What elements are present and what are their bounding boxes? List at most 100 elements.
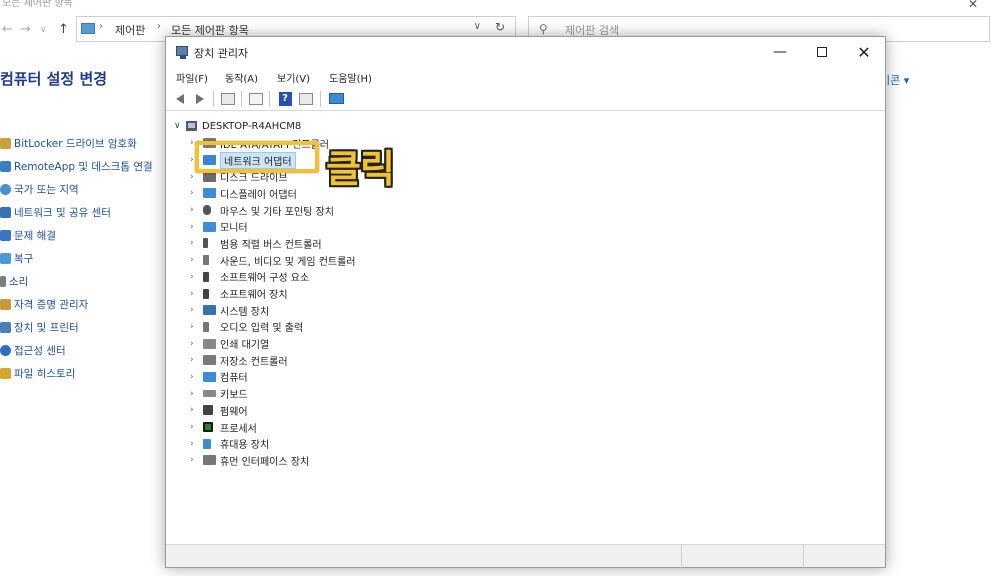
help-button[interactable]: ? xyxy=(277,91,293,106)
tree-item-system-device[interactable]: › 시스템 장치 xyxy=(190,302,356,319)
cp-item-remoteapp[interactable]: RemoteApp 및 데스크톱 연결 xyxy=(0,155,153,178)
cp-item-credential[interactable]: 자격 증명 관리자 xyxy=(0,293,153,316)
tree-root-computer[interactable]: ∨ DESKTOP-R4AHCM8 xyxy=(174,118,301,134)
cp-item-devices-printers[interactable]: 장치 및 프린터 xyxy=(0,316,153,339)
device-manager-window: 장치 관리자 — ✕ 파일(F) 동작(A) 보기(V) 도움말(H) ? ∨ … xyxy=(165,36,886,568)
expand-chevron-icon[interactable]: › xyxy=(190,222,203,232)
minimize-button[interactable]: — xyxy=(758,39,802,65)
tree-item-portable-device[interactable]: › 휴대용 장치 xyxy=(190,435,356,452)
address-dropdown-icon[interactable]: ∨ xyxy=(474,21,481,32)
console-tree-icon xyxy=(221,92,235,105)
expand-chevron-icon[interactable]: › xyxy=(190,422,203,432)
control-panel-close-icon[interactable]: ✕ xyxy=(968,0,978,11)
tree-item-keyboard[interactable]: › 키보드 xyxy=(190,385,356,402)
maximize-button[interactable] xyxy=(800,39,844,65)
forward-arrow-icon[interactable]: → xyxy=(20,22,31,37)
expand-chevron-icon[interactable]: › xyxy=(190,188,203,198)
expand-chevron-icon[interactable]: › xyxy=(190,405,203,415)
tree-item-hid[interactable]: › 휴먼 인터페이스 장치 xyxy=(190,452,356,469)
usb-icon xyxy=(203,238,208,249)
up-arrow-icon[interactable]: ↑ xyxy=(58,22,69,37)
device-tree: ∨ DESKTOP-R4AHCM8 › IDE ATA/ATAPI 컨트롤러 › 네… xyxy=(166,113,885,543)
cp-item-region[interactable]: 국가 또는 지역 xyxy=(0,178,153,201)
remoteapp-icon xyxy=(0,161,11,172)
control-panel-title: 모든 제어판 항목 xyxy=(2,0,73,9)
cp-item-recovery[interactable]: 복구 xyxy=(0,247,153,270)
tree-item-storage-controller[interactable]: › 저장소 컨트롤러 xyxy=(190,352,356,369)
tree-item-monitor[interactable]: › 모니터 xyxy=(190,218,356,235)
tree-item-processor[interactable]: › 프로세서 xyxy=(190,419,356,436)
sound-icon xyxy=(0,276,6,287)
mouse-icon xyxy=(203,205,211,216)
collapse-chevron-icon[interactable]: ∨ xyxy=(174,121,186,131)
tree-item-firmware[interactable]: › 펌웨어 xyxy=(190,402,356,419)
expand-chevron-icon[interactable]: › xyxy=(190,289,203,299)
expand-chevron-icon[interactable]: › xyxy=(190,255,203,265)
menu-view[interactable]: 보기(V) xyxy=(277,70,310,85)
scan-hardware-button[interactable] xyxy=(328,91,344,106)
back-button[interactable] xyxy=(172,91,188,106)
menu-help[interactable]: 도움말(H) xyxy=(329,70,372,85)
menu-action[interactable]: 동작(A) xyxy=(225,70,258,85)
expand-chevron-icon[interactable]: › xyxy=(190,439,203,449)
storage-controller-icon xyxy=(203,355,216,366)
expand-chevron-icon[interactable]: › xyxy=(190,305,203,315)
status-pane xyxy=(681,545,803,568)
view-button[interactable] xyxy=(298,91,314,106)
software-component-icon xyxy=(203,271,209,282)
computer-name: DESKTOP-R4AHCM8 xyxy=(202,120,302,132)
expand-chevron-icon[interactable]: › xyxy=(190,272,203,282)
menu-file[interactable]: 파일(F) xyxy=(176,70,208,85)
breadcrumb-control-panel[interactable]: 제어판 xyxy=(115,22,145,38)
cp-item-network[interactable]: 네트워크 및 공유 센터 xyxy=(0,201,153,224)
view-icon xyxy=(299,92,313,105)
tree-item-sound-video-game[interactable]: › 사운드, 비디오 및 게임 컨트롤러 xyxy=(190,252,356,269)
toolbar-separator xyxy=(269,91,270,107)
display-adapter-icon xyxy=(203,188,216,199)
expand-chevron-icon[interactable]: › xyxy=(190,238,203,248)
close-button[interactable]: ✕ xyxy=(842,39,886,65)
toolbar: ? xyxy=(166,87,885,111)
cp-item-troubleshoot[interactable]: 문제 해결 xyxy=(0,224,153,247)
expand-chevron-icon[interactable]: › xyxy=(190,339,203,349)
cp-item-accessibility[interactable]: 접근성 센터 xyxy=(0,339,153,362)
monitor-icon xyxy=(203,221,216,232)
window-title: 장치 관리자 xyxy=(194,47,249,60)
expand-chevron-icon[interactable]: › xyxy=(190,205,203,215)
network-icon xyxy=(0,207,11,218)
expand-chevron-icon[interactable]: › xyxy=(190,355,203,365)
cp-item-file-history[interactable]: 파일 히스토리 xyxy=(0,362,153,385)
properties-button[interactable] xyxy=(248,91,264,106)
expand-chevron-icon[interactable]: › xyxy=(190,172,203,182)
show-hide-tree-button[interactable] xyxy=(220,91,236,106)
forward-button[interactable] xyxy=(192,91,208,106)
search-icon: ⚲ xyxy=(539,22,548,36)
control-panel-icon xyxy=(81,23,95,34)
control-panel-item-list: BitLocker 드라이브 암호화 RemoteApp 및 데스크톱 연결 국… xyxy=(0,132,153,385)
tree-item-software-component[interactable]: › 소프트웨어 구성 요소 xyxy=(190,269,356,286)
tree-item-mouse[interactable]: › 마우스 및 기타 포인팅 장치 xyxy=(190,202,356,219)
tree-item-usb[interactable]: › 범용 직렬 버스 컨트롤러 xyxy=(190,235,356,252)
expand-chevron-icon[interactable]: › xyxy=(190,389,203,399)
click-annotation: 클릭 xyxy=(326,147,395,191)
recent-locations-chevron-icon[interactable]: ∨ xyxy=(40,25,47,35)
tree-item-audio-io[interactable]: › 오디오 입력 및 출력 xyxy=(190,319,356,336)
keyboard-icon xyxy=(203,390,216,398)
disk-icon xyxy=(203,171,216,182)
sound-device-icon xyxy=(203,255,209,266)
device-manager-titlebar: 장치 관리자 — ✕ xyxy=(166,37,885,67)
cp-item-bitlocker[interactable]: BitLocker 드라이브 암호화 xyxy=(0,132,153,155)
toolbar-separator xyxy=(213,91,214,107)
back-arrow-icon[interactable]: ← xyxy=(2,22,13,37)
tree-item-computer[interactable]: › 컴퓨터 xyxy=(190,369,356,386)
expand-chevron-icon[interactable]: › xyxy=(190,455,203,465)
back-arrow-icon xyxy=(176,93,184,104)
expand-chevron-icon[interactable]: › xyxy=(190,322,203,332)
refresh-icon[interactable]: ↻ xyxy=(495,20,505,34)
highlight-box xyxy=(195,141,319,173)
scan-monitor-icon xyxy=(328,93,344,104)
tree-item-print-queue[interactable]: › 인쇄 대기열 xyxy=(190,335,356,352)
tree-item-software-device[interactable]: › 소프트웨어 장치 xyxy=(190,285,356,302)
cp-item-sound[interactable]: 소리 xyxy=(0,270,153,293)
expand-chevron-icon[interactable]: › xyxy=(190,372,203,382)
